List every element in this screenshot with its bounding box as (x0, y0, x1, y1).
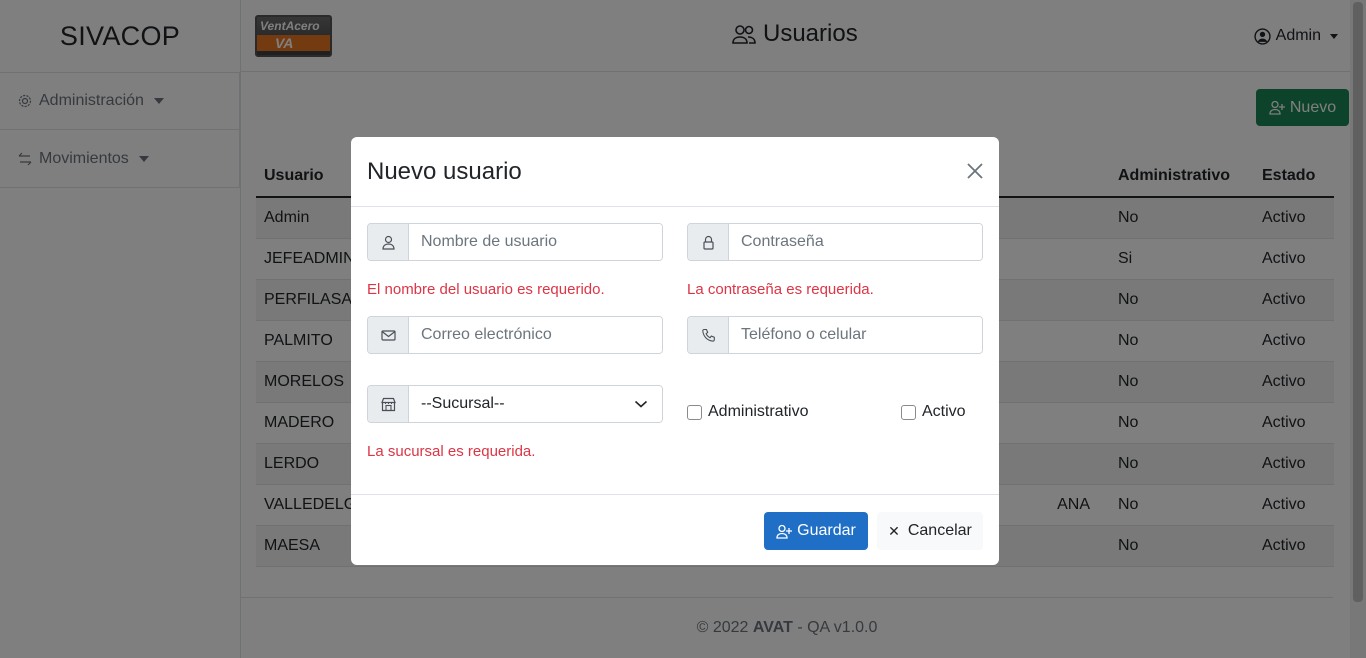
checkbox-box[interactable] (901, 404, 916, 420)
chevron-down-icon (634, 400, 648, 408)
username-input[interactable]: Nombre de usuario (409, 224, 662, 260)
checkbox-label: Activo (922, 403, 966, 420)
password-input[interactable]: Contraseña (729, 224, 982, 260)
branch-select[interactable]: --Sucursal-- (409, 386, 662, 422)
email-field[interactable]: Correo electrónico (367, 316, 663, 354)
lock-icon (688, 224, 729, 260)
branch-select-field[interactable]: --Sucursal-- (367, 385, 663, 423)
modal-title: Nuevo usuario (367, 157, 522, 185)
password-field[interactable]: Contraseña (687, 223, 983, 261)
save-button-label: Guardar (797, 522, 856, 539)
close-icon (967, 163, 983, 179)
phone-input[interactable]: Teléfono o celular (729, 317, 982, 353)
new-user-modal: Nuevo usuario Nombre de usuario Contrase… (351, 137, 999, 565)
modal-footer: Guardar ✕ Cancelar (351, 494, 999, 565)
username-error: El nombre del usuario es requerido. (367, 281, 605, 298)
administrativo-checkbox[interactable]: Administrativo (687, 403, 808, 421)
x-icon: ✕ (888, 522, 900, 539)
phone-field[interactable]: Teléfono o celular (687, 316, 983, 354)
password-error: La contraseña es requerida. (687, 281, 874, 298)
checkbox-box[interactable] (687, 404, 702, 420)
username-field[interactable]: Nombre de usuario (367, 223, 663, 261)
envelope-icon (368, 317, 409, 353)
email-input[interactable]: Correo electrónico (409, 317, 662, 353)
branch-selected-value: --Sucursal-- (421, 395, 505, 412)
phone-icon (688, 317, 729, 353)
branch-error: La sucursal es requerida. (367, 443, 536, 460)
user-plus-icon (776, 524, 793, 539)
close-button[interactable] (965, 161, 985, 181)
save-button[interactable]: Guardar (764, 512, 868, 550)
modal-header: Nuevo usuario (351, 137, 999, 207)
cancel-button[interactable]: ✕ Cancelar (877, 512, 983, 550)
user-icon (368, 224, 409, 260)
store-icon (368, 386, 409, 422)
cancel-button-label: Cancelar (907, 522, 972, 539)
activo-checkbox[interactable]: Activo (901, 403, 966, 421)
checkbox-label: Administrativo (708, 403, 809, 420)
